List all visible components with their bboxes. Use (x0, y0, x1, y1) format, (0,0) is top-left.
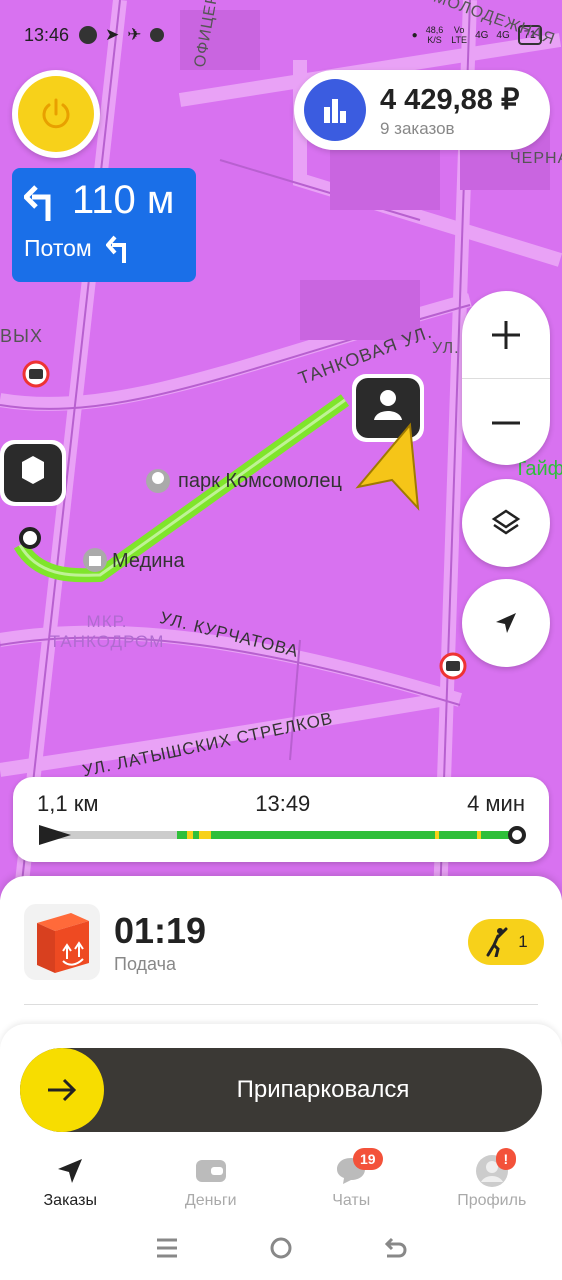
zoom-control (462, 291, 550, 465)
map-view[interactable]: 13:46 ➤ ✈ ● 48,6 K/S Vo LTE 4G 4G 71 ОФИ… (0, 0, 562, 900)
app-icon: ✈ (127, 25, 142, 44)
pickup-timer: 01:19 (114, 909, 207, 951)
tab-orders-label: Заказы (43, 1192, 97, 1209)
zoom-in-button[interactable] (462, 291, 550, 378)
chats-unread-badge: 19 (353, 1148, 383, 1170)
notification-icons: ➤ ✈ (79, 25, 164, 45)
current-position-icon (39, 825, 71, 845)
pickup-label: Подача (114, 953, 177, 974)
parked-button[interactable]: Припарковался (20, 1048, 542, 1132)
route-distance: 1,1 км (37, 791, 99, 816)
zoom-out-button[interactable] (462, 379, 550, 466)
tab-money-label: Деньги (184, 1192, 237, 1209)
notification-icon (79, 26, 98, 44)
turn-instruction-card[interactable]: 110 м Потом (12, 168, 196, 282)
poi-label: Медина (112, 550, 185, 572)
route-progress-panel[interactable]: 1,1 км 13:49 4 мин (13, 777, 549, 862)
plus-icon (492, 320, 520, 349)
map-street-label: УЛ. (432, 340, 460, 357)
profile-alert-badge: ! (495, 1148, 517, 1170)
layers-button[interactable] (462, 479, 550, 567)
delivery-box-icon (24, 904, 100, 980)
destination-icon (508, 826, 526, 844)
route-eta: 13:49 (255, 791, 311, 816)
turn-left-icon (24, 184, 51, 221)
online-toggle-button[interactable] (12, 70, 100, 158)
tab-profile[interactable]: Профиль ! (422, 1146, 562, 1216)
map-street-label: ВЫХ (0, 326, 43, 346)
parked-button-label: Припарковался (236, 1076, 410, 1103)
navigation-arrow-icon (58, 1159, 83, 1183)
home-icon[interactable] (269, 1236, 293, 1260)
system-navigation-bar (0, 1216, 562, 1280)
earnings-amount: 4 429,88 ₽ (380, 83, 520, 116)
telegram-icon: ➤ (105, 25, 120, 44)
park-label: парк Комсомолец (178, 470, 342, 492)
volte-indicator: Vo LTE (451, 25, 468, 45)
turn-left-icon (105, 235, 126, 263)
layers-icon (491, 509, 521, 535)
earnings-widget[interactable]: 4 429,88 ₽ 9 заказов (294, 70, 550, 150)
arrow-right-icon (20, 1048, 104, 1132)
park-icon (146, 469, 170, 493)
camera-icon (22, 360, 50, 388)
net-speed: 48,6 K/S (425, 25, 444, 45)
recent-apps-icon[interactable] (155, 1237, 179, 1259)
turn-distance: 110 м (72, 178, 175, 222)
location-icon: ● (411, 29, 418, 41)
mosque-icon (83, 548, 107, 572)
tab-profile-label: Профиль (457, 1192, 527, 1209)
orders-count: 9 заказов (380, 118, 455, 138)
tab-orders[interactable]: Заказы (0, 1146, 141, 1216)
status-time: 13:46 (24, 24, 70, 45)
tab-money[interactable]: Деньги (141, 1146, 282, 1216)
back-icon[interactable] (383, 1236, 407, 1260)
bottom-tab-bar: Заказы Деньги Чаты 19 Профиль ! (0, 1146, 562, 1216)
passenger-count-badge[interactable]: 1 (468, 919, 544, 965)
passenger-count: 1 (518, 932, 528, 951)
divider (24, 1004, 538, 1005)
my-location-button[interactable] (462, 579, 550, 667)
tab-chats-label: Чаты (332, 1192, 371, 1209)
camera-icon (439, 652, 467, 680)
wallet-icon (195, 1160, 226, 1182)
location-arrow-icon (496, 613, 516, 633)
passenger-marker-icon[interactable] (352, 374, 424, 442)
order-row[interactable]: 01:19 Подача 1 (24, 902, 544, 982)
district-label: МКР. ТАНКОДРОМ (49, 612, 165, 651)
signal-1: 4G (475, 29, 489, 41)
route-progress-bar (37, 825, 526, 845)
then-label: Потом (24, 234, 92, 261)
power-icon (42, 98, 70, 129)
route-duration: 4 мин (467, 791, 525, 816)
walking-person-icon (486, 927, 508, 957)
tab-chats[interactable]: Чаты 19 (281, 1146, 422, 1216)
minus-icon (492, 421, 520, 424)
action-area: Припарковался (0, 1024, 562, 1146)
app-icon (149, 28, 164, 42)
stats-icon (304, 79, 366, 141)
order-sheet: 01:19 Подача 1 Припарковался (0, 876, 562, 1146)
map-street-label: ЧЕРНАЯ (510, 150, 562, 167)
